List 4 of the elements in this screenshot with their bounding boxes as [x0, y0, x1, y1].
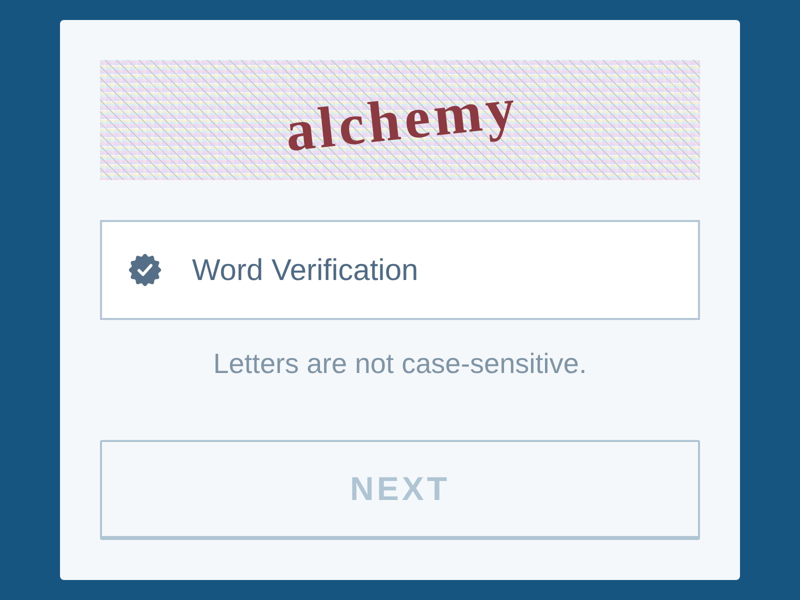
captcha-text: alchemy	[281, 78, 522, 162]
word-field[interactable]: Word Verification	[100, 220, 700, 320]
word-input[interactable]: Word Verification	[192, 248, 682, 292]
hint-text: Letters are not case-sensitive.	[212, 347, 588, 381]
